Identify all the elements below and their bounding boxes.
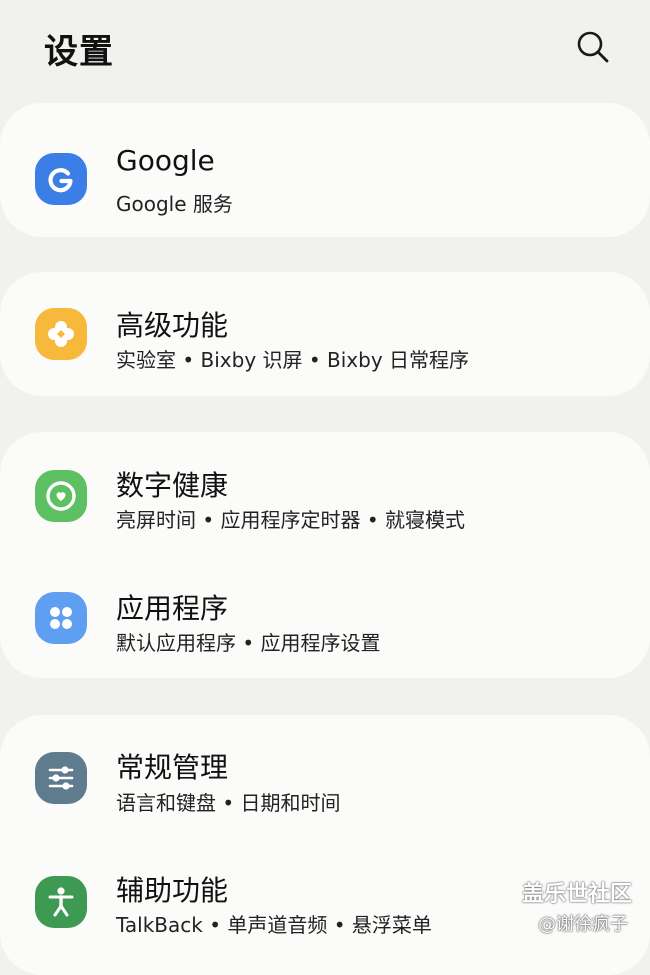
settings-card-general-accessibility: 常规管理 语言和键盘 • 日期和时间 辅助功能 TalkBack • 单声道音频… — [0, 715, 650, 975]
watermark-author: @谢徐疯子 — [538, 914, 628, 935]
settings-item-digital-wellbeing[interactable]: 数字健康 亮屏时间 • 应用程序定时器 • 就寝模式 — [0, 432, 650, 556]
watermark-community: 盖乐世社区 — [522, 882, 633, 907]
page-title: 设置 — [44, 32, 114, 72]
general-management-icon-badge — [35, 752, 87, 804]
settings-card-google: Google Google 服务 — [0, 103, 650, 237]
settings-item-subtitle: Google 服务 — [116, 192, 233, 216]
settings-item-apps[interactable]: 应用程序 默认应用程序 • 应用程序设置 — [0, 556, 650, 680]
settings-item-google[interactable]: Google Google 服务 — [0, 108, 650, 232]
settings-item-title: 常规管理 — [116, 751, 229, 784]
apps-icon — [50, 607, 72, 629]
settings-item-subtitle: 语言和键盘 • 日期和时间 — [116, 791, 341, 815]
settings-card-advanced: 高级功能 实验室 • Bixby 识屏 • Bixby 日常程序 — [0, 272, 650, 396]
settings-card-wellbeing-apps: 数字健康 亮屏时间 • 应用程序定时器 • 就寝模式 应用程序 默认应用程序 •… — [0, 432, 650, 678]
settings-item-subtitle: 亮屏时间 • 应用程序定时器 • 就寝模式 — [116, 508, 466, 532]
settings-item-title: 辅助功能 — [116, 874, 229, 907]
apps-icon-badge — [35, 592, 87, 644]
search-icon — [577, 31, 609, 63]
settings-item-title: 数字健康 — [116, 469, 229, 502]
settings-item-subtitle: TalkBack • 单声道音频 • 悬浮菜单 — [116, 913, 432, 937]
accessibility-icon — [48, 887, 74, 917]
search-button[interactable] — [570, 24, 614, 68]
settings-item-title: 高级功能 — [116, 309, 229, 342]
settings-item-subtitle: 默认应用程序 • 应用程序设置 — [116, 631, 381, 655]
accessibility-icon-badge — [35, 876, 87, 928]
settings-item-title: 应用程序 — [116, 592, 229, 625]
advanced-features-icon — [48, 321, 74, 347]
digital-wellbeing-icon-badge — [35, 470, 87, 522]
settings-item-title: Google — [116, 144, 215, 177]
digital-wellbeing-icon — [46, 481, 76, 511]
general-management-icon — [48, 766, 74, 790]
google-icon — [48, 168, 73, 193]
google-icon-badge — [35, 153, 87, 205]
header: 设置 — [0, 0, 650, 95]
advanced-features-icon-badge — [35, 308, 87, 360]
settings-item-subtitle: 实验室 • Bixby 识屏 • Bixby 日常程序 — [116, 348, 470, 372]
settings-item-general-management[interactable]: 常规管理 语言和键盘 • 日期和时间 — [0, 715, 650, 839]
settings-item-advanced-features[interactable]: 高级功能 实验室 • Bixby 识屏 • Bixby 日常程序 — [0, 272, 650, 396]
